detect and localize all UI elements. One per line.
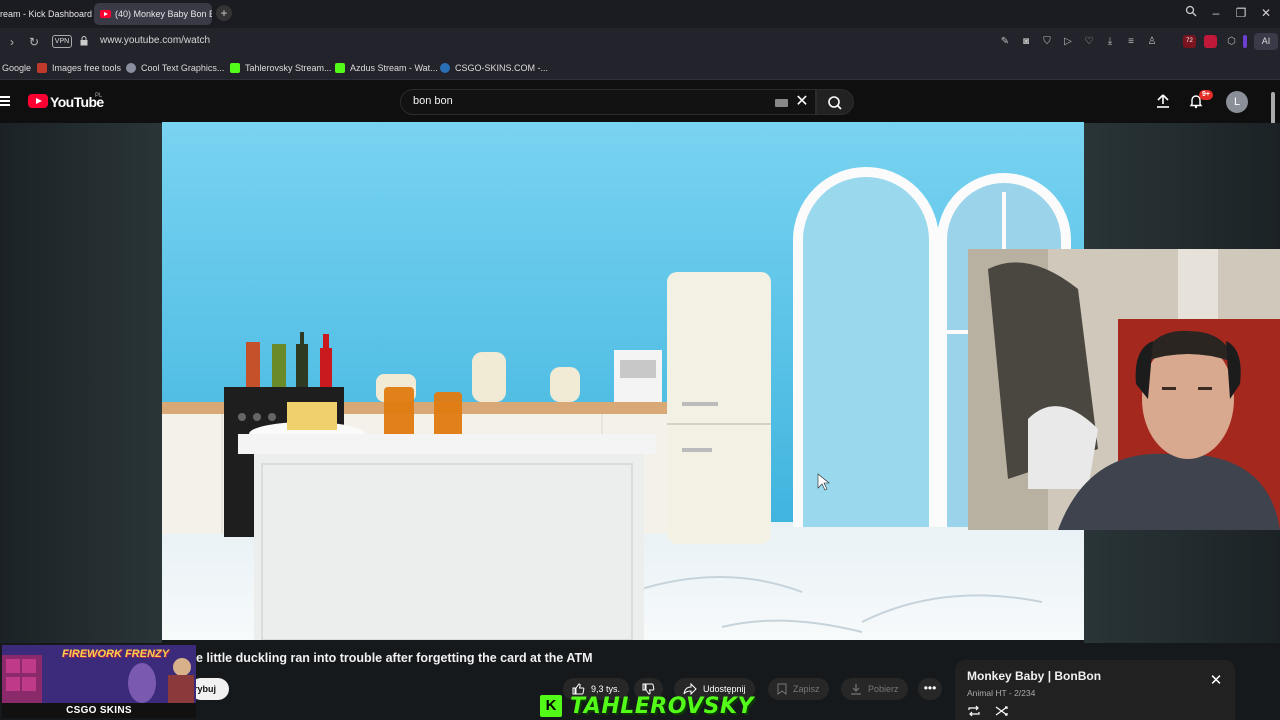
save-button[interactable]: Zapisz — [768, 678, 829, 700]
keyboard-icon[interactable] — [775, 99, 788, 107]
shield-icon[interactable]: ⛉ — [1040, 35, 1054, 49]
tab-title: (40) Monkey Baby Bon Bo — [115, 9, 212, 19]
video-frame-kitchen-scene — [162, 122, 1084, 640]
close-window-button[interactable]: ✕ — [1258, 5, 1274, 21]
play-icon[interactable]: ▷ — [1061, 35, 1075, 49]
bookmark-label: Google — [2, 63, 32, 73]
streamer-name-overlay: K TAHLEROVSKY — [540, 693, 754, 719]
like-count: 9,3 tys. — [591, 684, 621, 694]
sponsor-ad-overlay: FIREWORK FRENZY CSGO SKINS — [2, 645, 196, 718]
extensions-cube-icon[interactable]: ⬡ — [1225, 35, 1238, 48]
address-bar-row: › ↻ VPN www.youtube.com/watch ✎ ◙ ⛉ ▷ ♡ … — [0, 28, 1280, 56]
bookmark-cool-text[interactable]: Cool Text Graphics... — [126, 62, 224, 74]
webcam-image — [968, 249, 1280, 530]
forward-button[interactable]: › — [4, 34, 20, 50]
playlist-meta[interactable]: Animal HT - 2/234 — [967, 688, 1035, 698]
bookmark-google[interactable]: Google — [2, 62, 31, 74]
kick-icon — [335, 63, 345, 73]
youtube-header: YouTube PL bon bon ✕ 9+ L — [0, 81, 1280, 123]
extension-badge-icon[interactable]: 72 — [1183, 35, 1196, 48]
bookmark-tahlerovsky-stream[interactable]: Tahlerovsky Stream... — [230, 62, 332, 74]
reload-icon[interactable]: ↻ — [26, 34, 42, 50]
heart-icon[interactable]: ♡ — [1082, 35, 1096, 49]
search-button[interactable] — [816, 89, 854, 115]
search-input[interactable]: bon bon — [413, 95, 453, 107]
cooltext-icon — [126, 63, 136, 73]
youtube-logo-icon[interactable] — [28, 94, 48, 108]
streamer-webcam — [968, 249, 1280, 530]
camera-icon[interactable]: ◙ — [1019, 35, 1033, 49]
country-code: PL — [95, 93, 103, 99]
ad-title: FIREWORK FRENZY — [62, 648, 169, 660]
download-icon — [851, 684, 861, 695]
sidebar-accent-icon — [1243, 35, 1247, 48]
tab-youtube[interactable]: (40) Monkey Baby Bon Bo — [94, 3, 212, 25]
browser-tab-strip: ream - Kick Dashboard (40) Monkey Baby B… — [0, 0, 1280, 28]
globe-icon — [440, 63, 450, 73]
shuffle-icon[interactable] — [995, 705, 1009, 717]
search-tabs-icon[interactable] — [1183, 5, 1199, 21]
bookmark-azdus-stream[interactable]: Azdus Stream - Wat... — [335, 62, 438, 74]
download-icon[interactable]: ⤓ — [1103, 35, 1117, 49]
restore-button[interactable]: ❐ — [1233, 5, 1249, 21]
playlist-title[interactable]: Monkey Baby | BonBon — [967, 669, 1101, 683]
minimize-button[interactable]: – — [1208, 5, 1224, 21]
vpn-badge[interactable]: VPN — [52, 35, 72, 48]
ambient-glow-left — [0, 123, 162, 643]
lock-icon[interactable] — [80, 36, 88, 46]
clear-search-icon[interactable]: ✕ — [795, 94, 809, 110]
save-label: Zapisz — [793, 684, 820, 694]
streamer-name: TAHLEROVSKY — [570, 693, 754, 719]
ai-button[interactable]: AI — [1254, 33, 1278, 50]
list-icon[interactable]: ≡ — [1124, 35, 1138, 49]
playlist-panel: Monkey Baby | BonBon Animal HT - 2/234 ✕ — [955, 660, 1235, 720]
download-button[interactable]: Pobierz — [841, 678, 908, 700]
search-icon — [828, 96, 842, 110]
bookmark-label: CSGO-SKINS.COM -... — [455, 63, 549, 73]
kick-icon — [230, 63, 240, 73]
bookmark-csgo-skins[interactable]: CSGO-SKINS.COM -... — [440, 62, 548, 74]
url-field[interactable]: www.youtube.com/watch — [100, 35, 210, 46]
bookmark-label: Images free tools — [52, 63, 122, 73]
close-playlist-icon[interactable]: ✕ — [1209, 673, 1223, 688]
search-box[interactable]: bon bon ✕ — [400, 89, 816, 115]
new-tab-button[interactable]: + — [216, 5, 232, 21]
share-label: Udostępnij — [703, 684, 746, 694]
bookmark-label: Tahlerovsky Stream... — [245, 63, 332, 73]
bookmark-label: Cool Text Graphics... — [141, 63, 225, 73]
hamburger-menu-icon[interactable] — [0, 96, 10, 106]
bookmark-label: Azdus Stream - Wat... — [350, 63, 438, 73]
video-title: e little duckling ran into trouble after… — [196, 651, 593, 665]
bookmark-red-icon — [37, 63, 47, 73]
avatar[interactable]: L — [1226, 91, 1248, 113]
bookmark-images-free-tools[interactable]: Images free tools — [37, 62, 121, 74]
tab-title: ream - Kick Dashboard — [0, 9, 92, 19]
bookmark-icon — [777, 683, 787, 695]
youtube-favicon-icon — [100, 10, 111, 18]
kick-logo-icon: K — [540, 695, 562, 717]
download-label: Pobierz — [868, 684, 899, 694]
edit-icon[interactable]: ✎ — [998, 35, 1012, 49]
bookmarks-bar: Google Images free tools Cool Text Graph… — [0, 56, 1280, 80]
notification-badge: 9+ — [1199, 90, 1213, 100]
account-icon[interactable]: ♙ — [1145, 35, 1159, 49]
sponsor-name: CSGO SKINS — [2, 703, 196, 718]
video-player[interactable] — [162, 122, 1084, 640]
loop-icon[interactable] — [967, 705, 981, 717]
more-actions-button[interactable]: ••• — [918, 678, 942, 700]
upload-icon[interactable] — [1155, 93, 1171, 109]
tab-kick-dashboard[interactable]: ream - Kick Dashboard — [0, 3, 92, 25]
extension-red-icon[interactable] — [1204, 35, 1217, 48]
